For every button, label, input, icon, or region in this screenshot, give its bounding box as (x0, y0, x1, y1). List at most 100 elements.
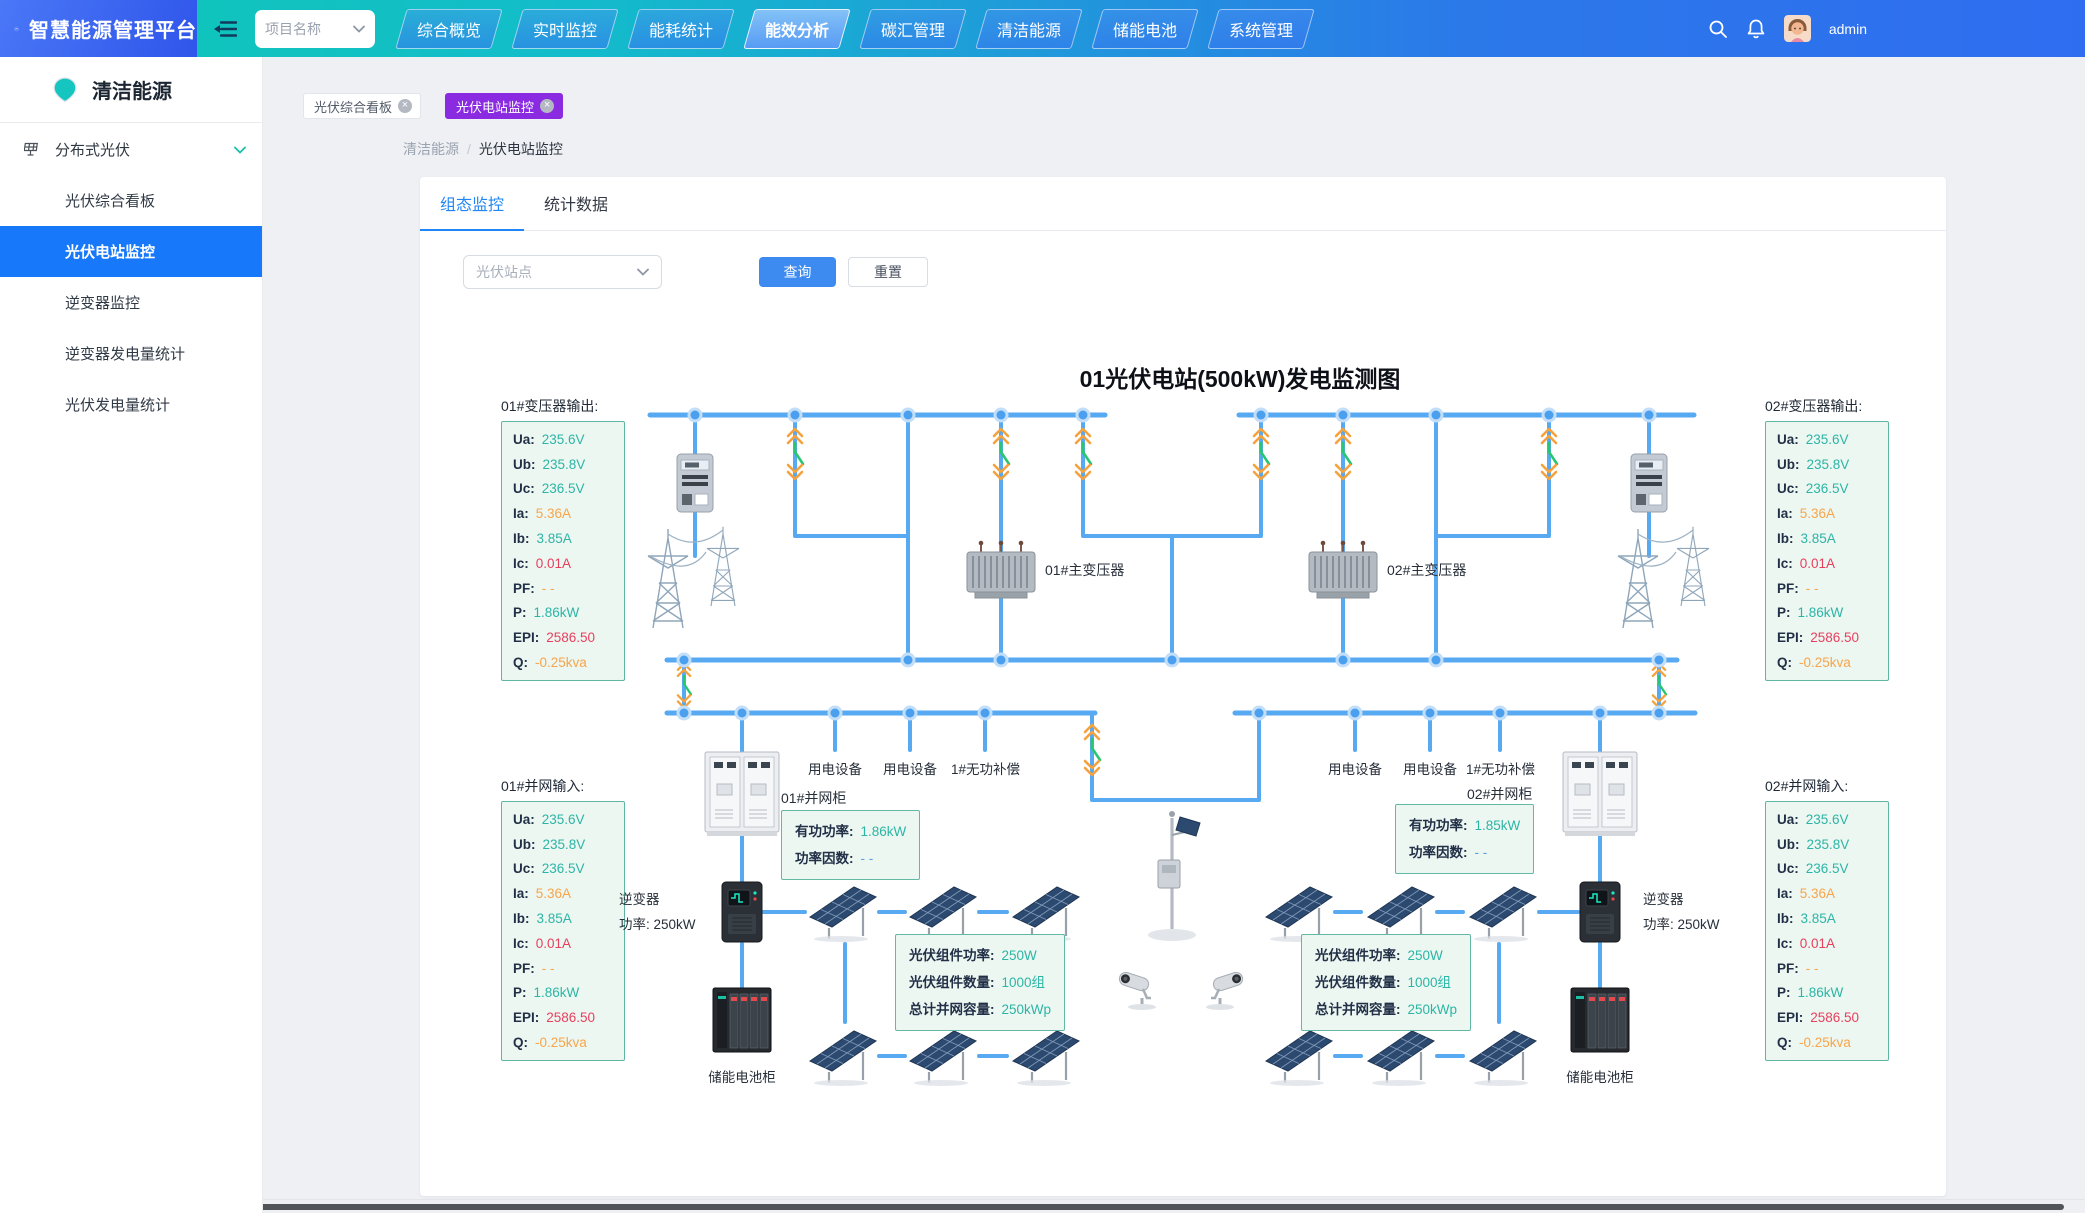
load-label: 用电设备 (800, 758, 870, 778)
nav-tab[interactable]: 储能电池 (1091, 9, 1198, 49)
sidebar-item[interactable]: 光伏电站监控 (0, 226, 262, 277)
content-tab[interactable]: 组态监控 (420, 176, 524, 230)
station-select[interactable]: 光伏站点 (463, 255, 662, 289)
measure-value: 3.85A (537, 531, 572, 546)
measure-label: Ic: (513, 936, 529, 951)
measure-label: Q: (1777, 1035, 1792, 1050)
measure-box: Ua: 235.6V Ub: 235.8V Uc: (501, 421, 625, 681)
nav-tab[interactable]: 综合概览 (395, 9, 502, 49)
measure-row: Ic: 0.01A (502, 556, 624, 571)
reset-button[interactable]: 重置 (848, 257, 928, 287)
close-icon[interactable]: × (540, 99, 554, 113)
measure-row: PF: - - (502, 581, 624, 596)
notification-bell-icon[interactable] (1746, 18, 1766, 39)
camera-icon (1206, 971, 1244, 1010)
measure-value: 1.86kW (534, 985, 580, 1000)
measure-value: 0.01A (536, 936, 571, 951)
top-header: 智慧能源管理平台 项目名称 综合概览 实时监控 (0, 0, 2085, 57)
info-row: 总计并网容量: 250kWp (1315, 996, 1457, 1023)
sidebar-item[interactable]: 逆变器发电量统计 (0, 328, 262, 379)
measure-row: EPI: 2586.50 (502, 1010, 624, 1025)
measure-label: Ia: (1777, 886, 1793, 901)
measure-row: Ub: 235.8V (1766, 457, 1888, 472)
load-label: 用电设备 (875, 758, 945, 778)
measure-label: Ib: (1777, 531, 1794, 546)
measure-value: 1.86kW (534, 605, 580, 620)
measure-value: 2586.50 (1810, 1010, 1859, 1025)
horizontal-scrollbar-thumb[interactable] (14, 1204, 2064, 1210)
measure-label: PF: (1777, 961, 1799, 976)
measure-value: -0.25kva (1799, 655, 1851, 670)
app-title: 智慧能源管理平台 (29, 14, 197, 43)
main-transformer-02-icon (1309, 541, 1377, 598)
nav-tab[interactable]: 清洁能源 (975, 9, 1082, 49)
measure-value: 235.6V (542, 432, 585, 447)
pv-station-diagram: 01光伏电站(500kW)发电监测图 01#变压器输出: Ua: 235.6V (445, 360, 1945, 1105)
measure-label: Ua: (513, 812, 535, 827)
measure-value: 236.5V (1806, 481, 1849, 496)
grid-cabinet01-label: 01#并网柜 (781, 788, 846, 808)
project-select[interactable]: 项目名称 (255, 10, 375, 48)
grid-cabinet01-box: 有功功率: 1.86kW 功率因数: - - (781, 810, 920, 880)
measure-value: 235.8V (543, 457, 586, 472)
nav-tab[interactable]: 能效分析 (743, 9, 850, 49)
panel-title: 02#变压器输出: (1765, 396, 1889, 416)
info-value: 1.86kW (861, 818, 907, 845)
measure-value: 5.36A (536, 506, 571, 521)
info-value: 250W (1002, 942, 1037, 969)
content-tab[interactable]: 统计数据 (524, 176, 628, 230)
measure-value: - - (1806, 581, 1819, 596)
measure-label: P: (1777, 605, 1791, 620)
avatar[interactable] (1784, 15, 1811, 42)
inverter-power: 功率: 250kW (619, 913, 696, 938)
info-label: 功率因数: (795, 845, 854, 872)
nav-tab[interactable]: 实时监控 (511, 9, 618, 49)
sidebar-collapse-icon[interactable] (213, 19, 237, 39)
username[interactable]: admin (1829, 21, 1867, 37)
chevron-down-icon (353, 25, 365, 33)
info-row: 光伏组件数量: 1000组 (1315, 969, 1457, 996)
weather-station-icon (1148, 811, 1200, 941)
measure-label: Ic: (1777, 936, 1793, 951)
info-row: 总计并网容量: 250kWp (909, 996, 1051, 1023)
measure-row: PF: - - (502, 961, 624, 976)
view-tag[interactable]: 光伏电站监控 × (445, 93, 563, 119)
measure-row: Uc: 236.5V (502, 481, 624, 496)
measure-row: Ua: 235.6V (1766, 812, 1888, 827)
breadcrumb-parent[interactable]: 清洁能源 (403, 139, 459, 159)
sidebar-item[interactable]: 逆变器监控 (0, 277, 262, 328)
station-select-placeholder: 光伏站点 (476, 262, 532, 282)
measure-value: 2586.50 (1810, 630, 1859, 645)
measure-value: 235.8V (1807, 457, 1850, 472)
nav-tab[interactable]: 能耗统计 (627, 9, 734, 49)
view-tag-label: 光伏综合看板 (314, 97, 392, 116)
measure-value: 236.5V (1806, 861, 1849, 876)
search-icon[interactable] (1708, 19, 1728, 39)
info-value: 1000组 (1408, 969, 1452, 996)
view-tags: 光伏综合看板 × 光伏电站监控 × (303, 93, 563, 119)
sidebar-item[interactable]: 光伏综合看板 (0, 175, 262, 226)
query-button[interactable]: 查询 (759, 257, 836, 287)
sidebar-group-pv[interactable]: 分布式光伏 (0, 123, 262, 175)
info-label: 总计并网容量: (1315, 996, 1401, 1023)
nav-tab-label: 储能电池 (1113, 17, 1177, 41)
nav-tab[interactable]: 系统管理 (1207, 9, 1314, 49)
horizontal-scrollbar-track[interactable] (0, 1199, 2085, 1213)
measure-value: 235.6V (1806, 812, 1849, 827)
close-icon[interactable]: × (398, 99, 412, 113)
measure-value: 0.01A (1800, 556, 1835, 571)
measure-label: Uc: (1777, 481, 1799, 496)
battery-cabinet-02-icon (1571, 988, 1629, 1052)
measure-row: EPI: 2586.50 (502, 630, 624, 645)
transmission-tower-icon (1618, 527, 1709, 628)
measure-label: Ib: (1777, 911, 1794, 926)
view-tag[interactable]: 光伏综合看板 × (303, 93, 421, 119)
nav-tab[interactable]: 碳汇管理 (859, 9, 966, 49)
measure-label: Ic: (513, 556, 529, 571)
sidebar-item[interactable]: 光伏发电量统计 (0, 379, 262, 430)
measure-label: Ub: (1777, 837, 1800, 852)
info-label: 光伏组件功率: (1315, 942, 1401, 969)
sidebar-group-label: 分布式光伏 (55, 139, 130, 160)
sidebar-menu: 光伏综合看板 光伏电站监控 逆变器监控 逆变器发电量统计 光伏发电量统计 (0, 175, 262, 430)
grid-cabinet02-box: 有功功率: 1.85kW 功率因数: - - (1395, 804, 1534, 874)
